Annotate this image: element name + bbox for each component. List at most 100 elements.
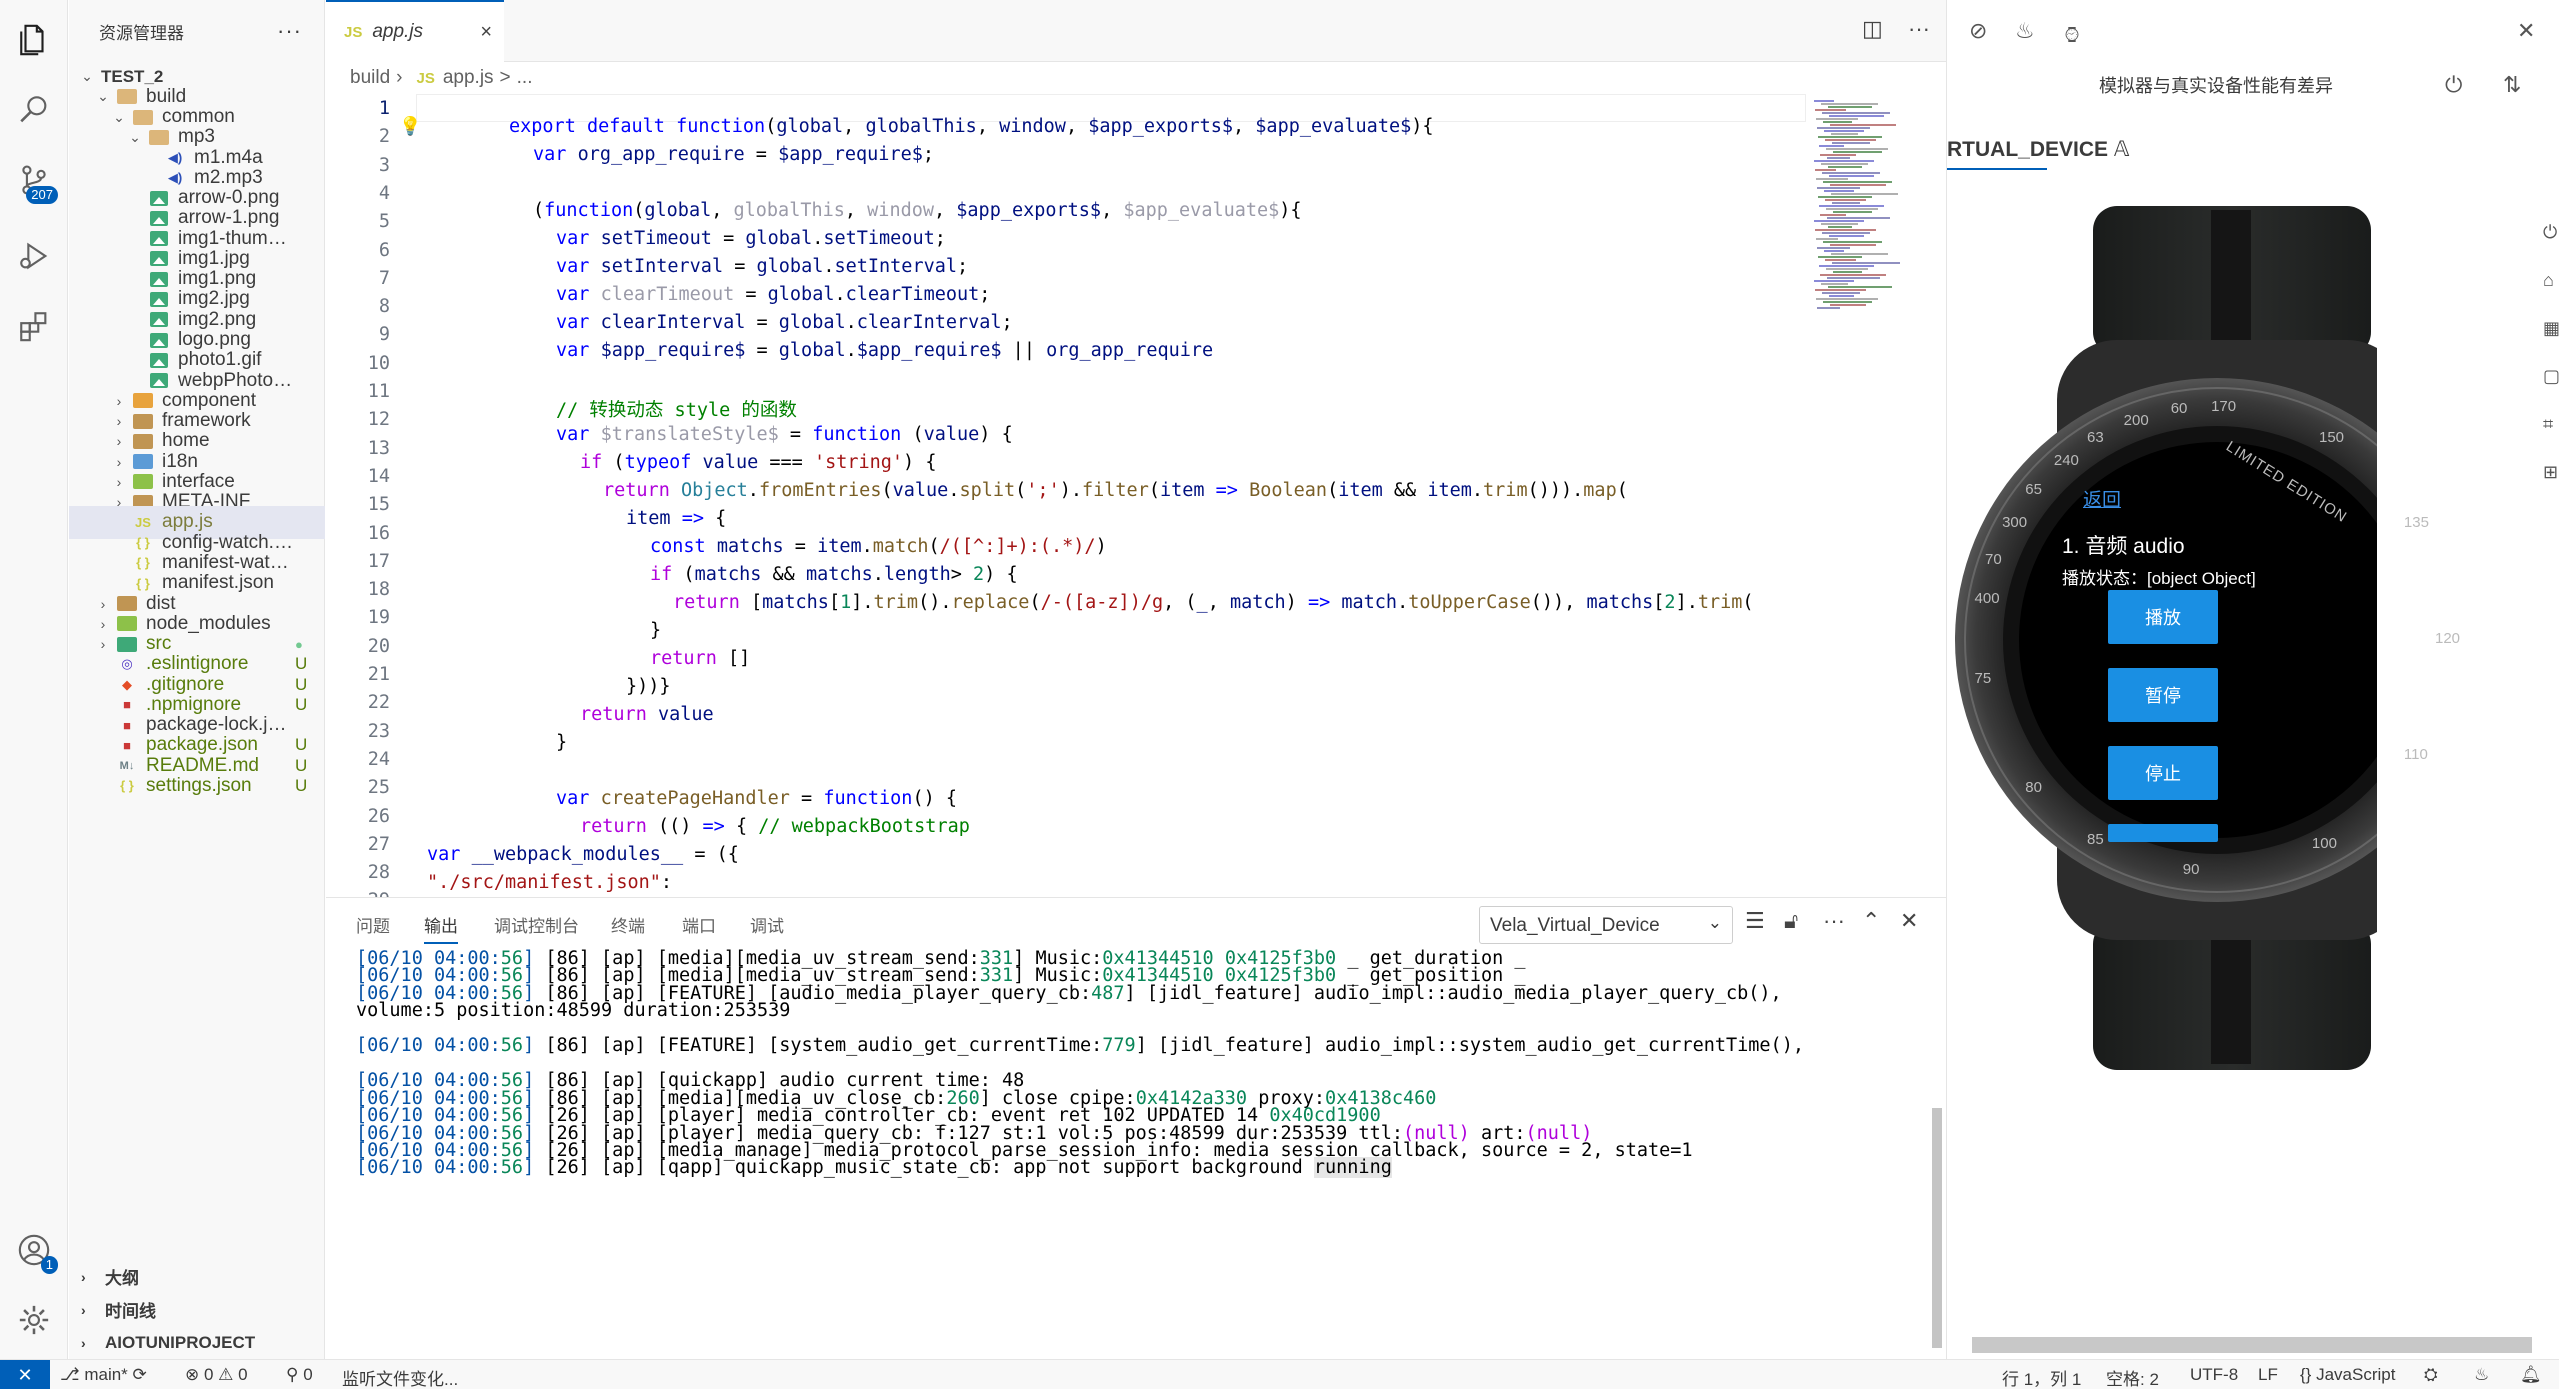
device-tab[interactable]: RTUAL_DEVICE 𝔸 (1947, 137, 2129, 170)
code-line: return (() => { // webpackBootstrap (580, 816, 970, 837)
minimap-line (1823, 181, 1892, 183)
explorer-more-button[interactable]: ··· (277, 18, 302, 44)
watch-icon[interactable]: ⌚︎ (2061, 18, 2083, 50)
log-line: volume:5 position:48599 duration:253539 (356, 1000, 791, 1022)
tree-item-settings-json[interactable]: { } settings.json U (69, 769, 325, 802)
close-panel-icon[interactable]: ✕ (1900, 908, 1918, 934)
run-debug-icon[interactable] (14, 236, 54, 276)
code-line: var setInterval = global.setInterval; (556, 256, 969, 277)
line-number: 14 (367, 465, 390, 487)
minimap-line (1821, 223, 1858, 225)
tab-debug-console[interactable]: 调试控制台 (494, 912, 579, 944)
lock-icon[interactable]: 🔓︎ (1784, 908, 1798, 934)
tab-problems[interactable]: 问题 (356, 912, 390, 944)
line-number: 28 (367, 862, 390, 884)
minimap[interactable] (1806, 94, 1946, 897)
flame-icon[interactable]: ♨ (2015, 18, 2035, 44)
bezel-number: 90 (2182, 861, 2200, 879)
explorer-icon[interactable] (14, 20, 54, 60)
panel-more-icon[interactable]: ··· (1823, 908, 1845, 934)
tab-output[interactable]: 输出 (424, 912, 458, 944)
panel-scrollbar[interactable] (1932, 1108, 1942, 1348)
minimap-line (1827, 217, 1890, 219)
minimap-line (1821, 283, 1848, 285)
minimap-line (1815, 289, 1866, 291)
minimap-line (1828, 286, 1892, 288)
close-tab-icon[interactable]: × (480, 21, 492, 44)
tree-item-label: settings.json (146, 774, 252, 796)
screenshot-icon[interactable]: ▢ (2543, 366, 2559, 387)
code-line: if (typeof value === 'string') { (580, 452, 937, 473)
cursor-position[interactable]: 行 1，列 1 (2002, 1365, 2081, 1389)
minimap-line (1825, 139, 1876, 141)
compass-icon[interactable]: ⊘ (1969, 18, 1987, 44)
add-icon[interactable]: ⊞ (2543, 462, 2558, 483)
notifications-icon[interactable]: 🔔︎ (2520, 1365, 2542, 1385)
minimap-line (1814, 100, 1834, 102)
lightbulb-icon[interactable]: 💡 (399, 116, 421, 137)
pause-button[interactable]: 暂停 (2108, 668, 2218, 722)
minimap-line (1822, 292, 1860, 294)
minimap-line (1818, 256, 1862, 258)
branch-status[interactable]: ⎇ main* ⟳ (60, 1365, 147, 1385)
explorer-title: 资源管理器 (99, 23, 184, 43)
power-icon[interactable]: ⏻ (2445, 72, 2462, 98)
back-link[interactable]: 返回 (2083, 485, 2121, 512)
aiotuniproject-section[interactable]: › AIOTUNIPROJECT (69, 1326, 325, 1359)
tab-terminal[interactable]: 终端 (611, 912, 645, 944)
extensions-icon[interactable] (14, 306, 54, 346)
breadcrumb-file[interactable]: app.js (443, 67, 494, 89)
stop-button[interactable]: 停止 (2108, 746, 2218, 800)
account-icon[interactable]: 1 (14, 1230, 58, 1274)
tab-app-js[interactable]: JS app.js × (326, 0, 504, 62)
timeline-section[interactable]: › 时间线 (69, 1293, 325, 1326)
minimap-line (1828, 166, 1862, 168)
editor-tabs: JS app.js × ◫ ··· (326, 0, 1946, 62)
tab-debug[interactable]: 调试 (750, 912, 784, 944)
eol[interactable]: LF (2258, 1365, 2278, 1385)
side-power-icon[interactable]: ⏻ (2543, 222, 2557, 243)
tab-ports[interactable]: 端口 (682, 912, 716, 944)
indentation[interactable]: 空格: 2 (2106, 1365, 2159, 1389)
partial-button[interactable] (2108, 824, 2218, 842)
grid-icon[interactable]: ▦ (2543, 318, 2559, 339)
home-icon[interactable]: ⌂ (2543, 270, 2554, 291)
minimap-line (1819, 145, 1844, 147)
output-log[interactable]: [06/10 04:00:56] [86] [ap] [media][media… (356, 948, 1936, 1348)
flame-status-icon[interactable]: ♨ (2474, 1365, 2489, 1385)
language-mode[interactable]: {} JavaScript (2300, 1365, 2395, 1385)
rotate-icon[interactable]: ⇅ (2503, 72, 2521, 98)
line-number: 25 (367, 777, 390, 799)
play-button[interactable]: 播放 (2108, 590, 2218, 644)
encoding[interactable]: UTF-8 (2190, 1365, 2238, 1385)
ports-status[interactable]: ⚲ 0 (286, 1365, 313, 1385)
bezel-number: 300 (2002, 514, 2028, 531)
crop-icon[interactable]: ⌗ (2543, 414, 2553, 435)
outline-section[interactable]: › 大纲 (69, 1260, 325, 1293)
search-icon[interactable] (14, 90, 54, 130)
output-channel-select[interactable]: Vela_Virtual_Device ⌄ (1479, 906, 1733, 944)
source-control-icon[interactable]: 207 (14, 160, 58, 204)
minimap-line (1830, 244, 1876, 246)
editor-more-icon[interactable]: ··· (1908, 16, 1930, 42)
close-simulator-icon[interactable]: ✕ (2517, 18, 2535, 44)
breadcrumb-more[interactable]: ... (517, 67, 533, 89)
minimap-line (1814, 160, 1874, 162)
split-editor-icon[interactable]: ◫ (1862, 16, 1883, 42)
settings-gear-icon[interactable] (14, 1300, 54, 1340)
maximize-panel-icon[interactable]: ⌃ (1862, 908, 1880, 934)
copilot-icon[interactable]: ⛭ (2424, 1365, 2438, 1385)
simulator-title: 模拟器与真实设备性能有差异 (2099, 76, 2333, 96)
list-filter-icon[interactable]: ☰ (1745, 908, 1765, 934)
line-number: 13 (367, 437, 390, 459)
remote-indicator-icon[interactable]: ✕ (0, 1360, 50, 1389)
line-number: 22 (367, 692, 390, 714)
code-editor[interactable]: 1 2 3 4 5 6 7 8 9 10 11 12 13 14 15 16 17 18 19 20 21 22 23 24 2… (326, 94, 1806, 897)
minimap-line (1823, 121, 1852, 123)
minimap-line (1833, 211, 1872, 213)
breadcrumb-build[interactable]: build (350, 67, 390, 89)
bezel-number: 70 (1984, 550, 2002, 568)
problems-status[interactable]: ⊗ 0 ⚠ 0 (185, 1365, 248, 1385)
line-number: 12 (367, 409, 390, 431)
simulator-scrollbar[interactable] (1972, 1337, 2532, 1353)
